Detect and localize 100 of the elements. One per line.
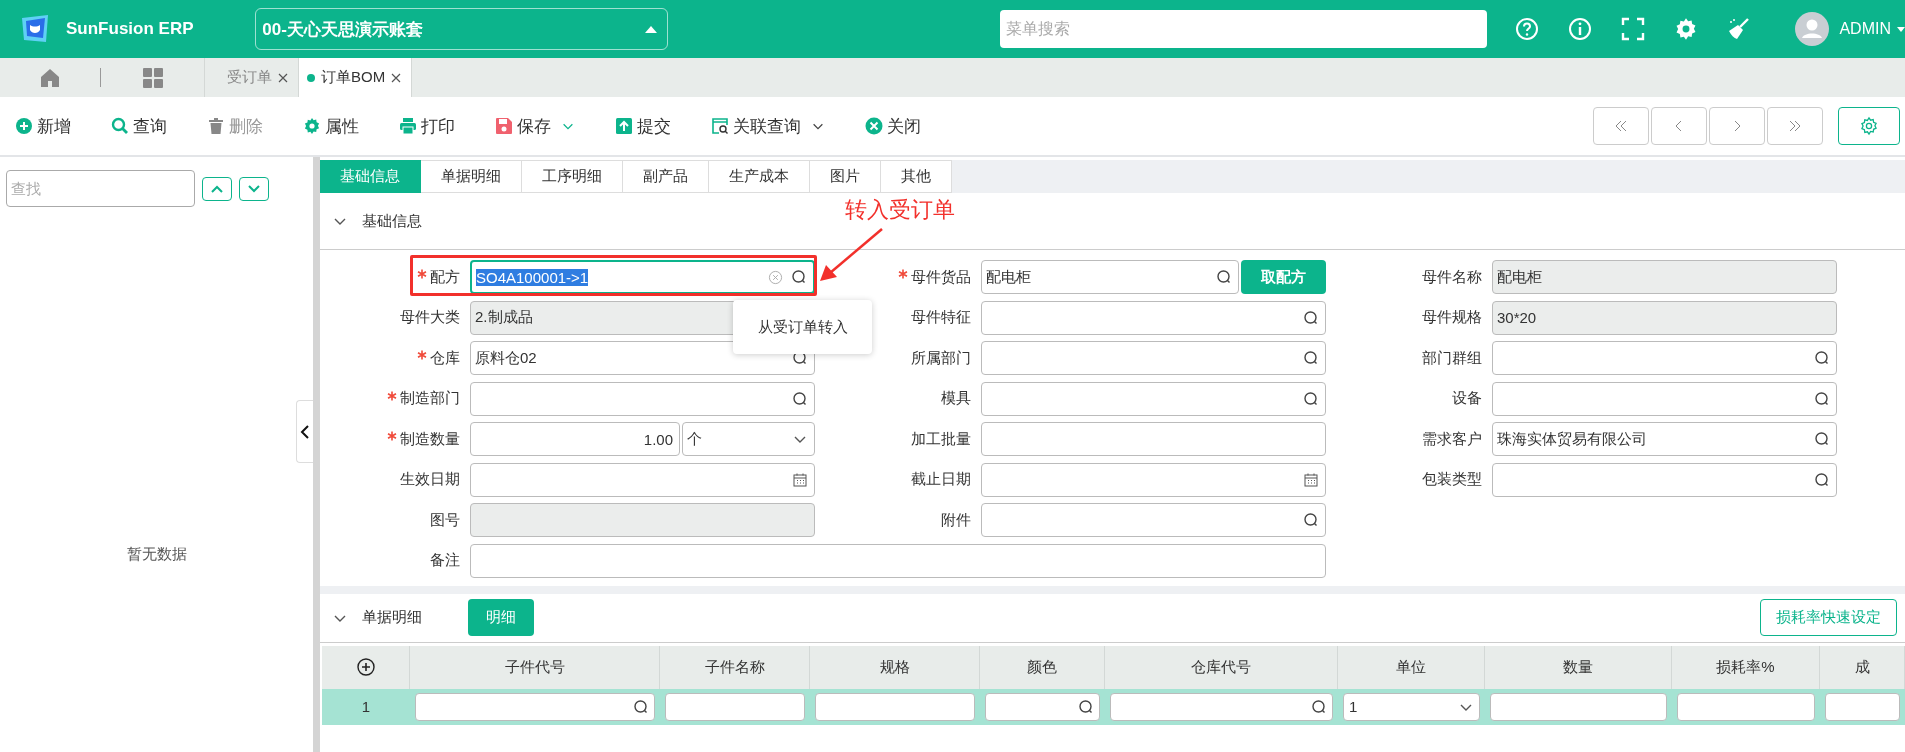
toolbar-button[interactable]: 保存: [495, 114, 575, 138]
quantity-field[interactable]: 1.00: [470, 422, 680, 456]
lookup-field[interactable]: 配电柜: [981, 260, 1239, 294]
search-icon[interactable]: [1814, 471, 1830, 488]
form-tab[interactable]: 副产品: [623, 160, 709, 193]
lookup-field[interactable]: [985, 692, 1100, 721]
caret-down-icon: [1897, 26, 1905, 32]
search-icon[interactable]: [1814, 390, 1830, 407]
find-field[interactable]: 查找: [6, 170, 195, 207]
field-label: 制造部门: [400, 389, 460, 408]
clear-icon[interactable]: [768, 269, 783, 285]
form-tab[interactable]: 图片: [810, 160, 881, 193]
field-label: 母件货品: [911, 267, 971, 287]
lookup-field[interactable]: [981, 341, 1326, 375]
double-chevron-right-icon: [1788, 119, 1802, 133]
menu-search-field[interactable]: 菜单搜索: [999, 10, 1488, 48]
lookup-field[interactable]: [1492, 341, 1837, 375]
text-field[interactable]: [1825, 692, 1900, 721]
form-tab[interactable]: 工序明细: [522, 160, 623, 193]
lookup-field[interactable]: [981, 503, 1326, 537]
toolbar-button[interactable]: 关闭: [865, 114, 921, 138]
close-icon: [865, 117, 883, 135]
text-field[interactable]: [665, 692, 805, 721]
broom-icon[interactable]: [1727, 17, 1752, 41]
lookup-field[interactable]: [470, 381, 815, 416]
toolbar-button[interactable]: 新增: [15, 114, 71, 138]
search-icon[interactable]: [633, 698, 649, 715]
search-icon[interactable]: [1303, 512, 1319, 528]
date-field[interactable]: [981, 462, 1326, 497]
column-header: 成: [1820, 645, 1905, 689]
search-icon[interactable]: [791, 269, 807, 285]
toolbar-button[interactable]: 查询: [111, 114, 167, 138]
readonly-field: 配电柜: [1492, 260, 1837, 294]
toolbar-button[interactable]: 属性: [303, 114, 359, 138]
text-field[interactable]: [815, 692, 975, 721]
field-label: 加工批量: [911, 429, 971, 449]
note-field[interactable]: [470, 543, 1326, 578]
search-icon[interactable]: [1311, 698, 1327, 715]
search-icon[interactable]: [1216, 269, 1232, 285]
column-header: 损耗率%: [1672, 645, 1820, 689]
caret-up-icon: [644, 25, 657, 33]
toolbar-button[interactable]: 提交: [615, 114, 671, 138]
unit-select[interactable]: 个: [682, 422, 815, 456]
first-page-button[interactable]: [1593, 107, 1649, 145]
close-icon[interactable]: [391, 72, 402, 83]
field-label: 母件规格: [1422, 308, 1482, 327]
lookup-field[interactable]: [415, 692, 655, 721]
search-icon: [111, 117, 129, 135]
calendar-icon[interactable]: [792, 471, 808, 488]
lookup-field[interactable]: 珠海实体贸易有限公司: [1492, 422, 1837, 456]
table-row[interactable]: 1 1: [322, 688, 1905, 725]
collapse-sidebar-button[interactable]: [296, 400, 313, 463]
column-header: 数量: [1485, 645, 1672, 689]
close-icon[interactable]: [278, 72, 288, 83]
search-icon[interactable]: [1303, 309, 1319, 326]
date-field[interactable]: [470, 462, 815, 497]
lookup-field[interactable]: [1492, 381, 1837, 416]
unit-select[interactable]: 1: [1343, 692, 1480, 721]
search-icon[interactable]: [1303, 350, 1319, 366]
field-label: 部门群组: [1422, 348, 1482, 368]
text-field[interactable]: [1490, 692, 1667, 721]
info-icon[interactable]: [1568, 17, 1593, 41]
section-title: 基础信息: [362, 211, 422, 231]
form-tab[interactable]: 单据明细: [421, 160, 522, 193]
toolbar-button[interactable]: 打印: [399, 114, 455, 138]
text-field[interactable]: [1677, 692, 1815, 721]
add-row-icon[interactable]: [356, 658, 375, 676]
lookup-field[interactable]: [981, 300, 1326, 335]
gear-icon: [303, 117, 321, 135]
form-tab[interactable]: 生产成本: [709, 160, 810, 193]
previous-match-button[interactable]: [202, 176, 232, 201]
last-page-button[interactable]: [1767, 107, 1823, 145]
page-tab[interactable]: 订单BOM: [299, 58, 413, 97]
field-label: 母件大类: [400, 308, 460, 327]
lookup-field[interactable]: [981, 381, 1326, 416]
avatar-icon[interactable]: [1795, 12, 1830, 46]
previous-button[interactable]: [1651, 107, 1707, 145]
search-icon[interactable]: [1303, 390, 1319, 407]
lookup-field[interactable]: SO4A100001->1: [470, 260, 815, 294]
grid-icon[interactable]: [141, 66, 164, 89]
search-icon[interactable]: [792, 390, 808, 407]
search-icon[interactable]: [1814, 350, 1830, 366]
lookup-field[interactable]: [1110, 692, 1333, 721]
window-search-icon: [711, 117, 729, 135]
calendar-icon[interactable]: [1303, 471, 1319, 488]
home-icon[interactable]: [39, 66, 61, 89]
toolbar-button[interactable]: 关联查询: [711, 114, 825, 138]
required-icon: [387, 431, 397, 441]
active-dot-icon: [307, 73, 315, 82]
fullscreen-icon[interactable]: [1621, 17, 1646, 41]
lookup-field[interactable]: [1492, 462, 1837, 497]
form-tab[interactable]: 其他: [881, 160, 952, 193]
search-icon[interactable]: [1814, 431, 1830, 447]
next-button[interactable]: [1709, 107, 1765, 145]
settings-button[interactable]: [1838, 107, 1900, 145]
text-field[interactable]: [981, 422, 1326, 456]
search-icon[interactable]: [1078, 698, 1094, 715]
next-match-button[interactable]: [239, 176, 269, 201]
help-icon[interactable]: [1515, 17, 1540, 41]
lookup-field[interactable]: 原料仓02: [470, 341, 815, 375]
